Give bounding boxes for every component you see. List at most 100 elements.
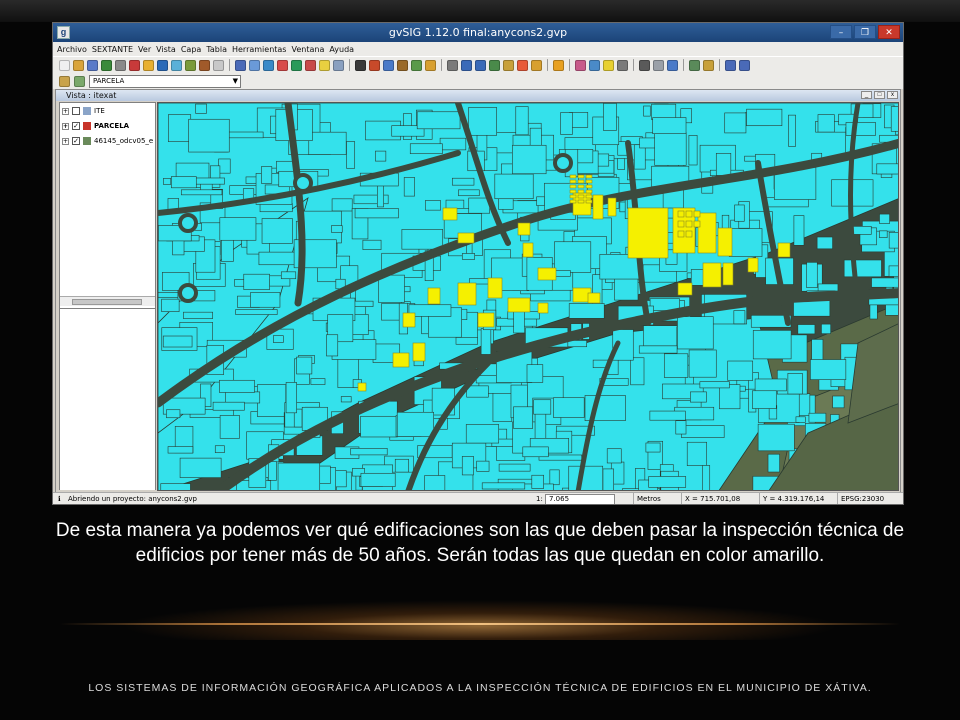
- select-icon[interactable]: [397, 59, 408, 71]
- status-info-icon: ℹ: [58, 495, 61, 503]
- table-icon[interactable]: [74, 75, 85, 87]
- toc-horizontal-scrollbar[interactable]: [60, 296, 155, 306]
- select-rect-icon[interactable]: [461, 59, 472, 71]
- stop-icon[interactable]: [129, 59, 140, 71]
- ite-parcel: [522, 242, 534, 258]
- zoom-in-icon[interactable]: [235, 59, 246, 71]
- scale-input[interactable]: 7.065: [545, 494, 615, 504]
- layers-icon[interactable]: [59, 75, 70, 87]
- toc-layer-raster[interactable]: + ✓ 46145_odcv05_e: [62, 135, 153, 147]
- link-icon[interactable]: [411, 59, 422, 71]
- save-icon[interactable]: [87, 59, 98, 71]
- expand-icon[interactable]: +: [62, 107, 69, 115]
- frame-icon[interactable]: [333, 59, 344, 71]
- select-poly-icon[interactable]: [475, 59, 486, 71]
- layer-checkbox[interactable]: ✓: [72, 122, 80, 130]
- parcel: [183, 311, 213, 319]
- divider-glow: [120, 600, 840, 640]
- arrow-down-icon[interactable]: [739, 59, 750, 71]
- parcel: [494, 173, 534, 200]
- parcel: [458, 189, 480, 197]
- view-minimize-button[interactable]: _: [861, 91, 872, 99]
- arrow-icon[interactable]: [447, 59, 458, 71]
- minimize-button[interactable]: –: [830, 25, 852, 39]
- table-icon[interactable]: [617, 59, 628, 71]
- raster-icon[interactable]: [589, 59, 600, 71]
- info-icon[interactable]: [355, 59, 366, 71]
- edit-icon[interactable]: [689, 59, 700, 71]
- arrow-up-icon[interactable]: [725, 59, 736, 71]
- ite-parcel: [569, 199, 577, 204]
- chart-icon[interactable]: [425, 59, 436, 71]
- zoom-out-icon[interactable]: [249, 59, 260, 71]
- parcel: [645, 442, 661, 453]
- zoom-icon[interactable]: [667, 59, 678, 71]
- ite-parcel: [412, 342, 426, 362]
- hand-icon[interactable]: [319, 59, 330, 71]
- parcel: [885, 304, 898, 316]
- active-layer-select[interactable]: PARCELA ▼: [89, 74, 241, 88]
- menu-capa[interactable]: Capa: [181, 45, 201, 54]
- pan-icon[interactable]: [291, 59, 302, 71]
- parcel: [648, 476, 687, 488]
- menu-herramientas[interactable]: Herramientas: [232, 45, 287, 54]
- area-icon[interactable]: [383, 59, 394, 71]
- measure-icon[interactable]: [369, 59, 380, 71]
- open-folder-icon[interactable]: [73, 59, 84, 71]
- refresh-icon[interactable]: [305, 59, 316, 71]
- close-button[interactable]: ✕: [878, 25, 900, 39]
- parcel: [498, 463, 531, 472]
- menu-sextante[interactable]: SEXTANTE: [92, 45, 133, 54]
- menu-archivo[interactable]: Archivo: [57, 45, 87, 54]
- export-icon[interactable]: [703, 59, 714, 71]
- ite-parcel: [477, 312, 495, 328]
- funnel-icon[interactable]: [553, 59, 564, 71]
- gold-divider: [60, 623, 900, 625]
- parcel: [166, 409, 181, 419]
- ite-parcel: [677, 210, 685, 218]
- map-icon[interactable]: [157, 59, 168, 71]
- label-icon[interactable]: [603, 59, 614, 71]
- menu-vista[interactable]: Vista: [156, 45, 176, 54]
- star-icon[interactable]: [143, 59, 154, 71]
- expand-icon[interactable]: +: [62, 122, 69, 130]
- parcel: [533, 399, 552, 415]
- grid-icon[interactable]: [213, 59, 224, 71]
- print-icon[interactable]: [101, 59, 112, 71]
- zoom-layer-icon[interactable]: [277, 59, 288, 71]
- tree-icon[interactable]: [185, 59, 196, 71]
- clear-icon[interactable]: [517, 59, 528, 71]
- toc-layer-ite[interactable]: + ITE: [62, 105, 105, 117]
- palette-icon[interactable]: [575, 59, 586, 71]
- pencil-icon[interactable]: [199, 59, 210, 71]
- properties-icon[interactable]: [115, 59, 126, 71]
- view-maximize-button[interactable]: □: [874, 91, 885, 99]
- menu-ver[interactable]: Ver: [138, 45, 151, 54]
- layout-icon[interactable]: [653, 59, 664, 71]
- menu-ventana[interactable]: Ventana: [291, 45, 324, 54]
- zoom-extent-icon[interactable]: [263, 59, 274, 71]
- menu-tabla[interactable]: Tabla: [206, 45, 227, 54]
- scrollbar-thumb[interactable]: [72, 299, 142, 305]
- view-close-button[interactable]: x: [887, 91, 898, 99]
- layer-checkbox[interactable]: [72, 107, 80, 115]
- map-canvas[interactable]: [157, 102, 899, 491]
- parcel: [568, 303, 605, 319]
- layer-checkbox[interactable]: ✓: [72, 137, 80, 145]
- move-icon[interactable]: [503, 59, 514, 71]
- menu-ayuda[interactable]: Ayuda: [329, 45, 354, 54]
- parcel: [808, 412, 827, 423]
- expand-icon[interactable]: +: [62, 137, 69, 145]
- globe-icon[interactable]: [171, 59, 182, 71]
- toc-layer-parcela[interactable]: + ✓ PARCELA: [62, 120, 129, 132]
- node-icon[interactable]: [489, 59, 500, 71]
- parcel: [554, 241, 592, 273]
- parcel: [526, 364, 544, 383]
- toolbar-separator: [633, 59, 634, 71]
- maximize-button[interactable]: ❐: [854, 25, 876, 39]
- parcel: [195, 103, 207, 114]
- filter-icon[interactable]: [531, 59, 542, 71]
- new-file-icon[interactable]: [59, 59, 70, 71]
- binoculars-icon[interactable]: [639, 59, 650, 71]
- ite-parcel: [577, 174, 585, 179]
